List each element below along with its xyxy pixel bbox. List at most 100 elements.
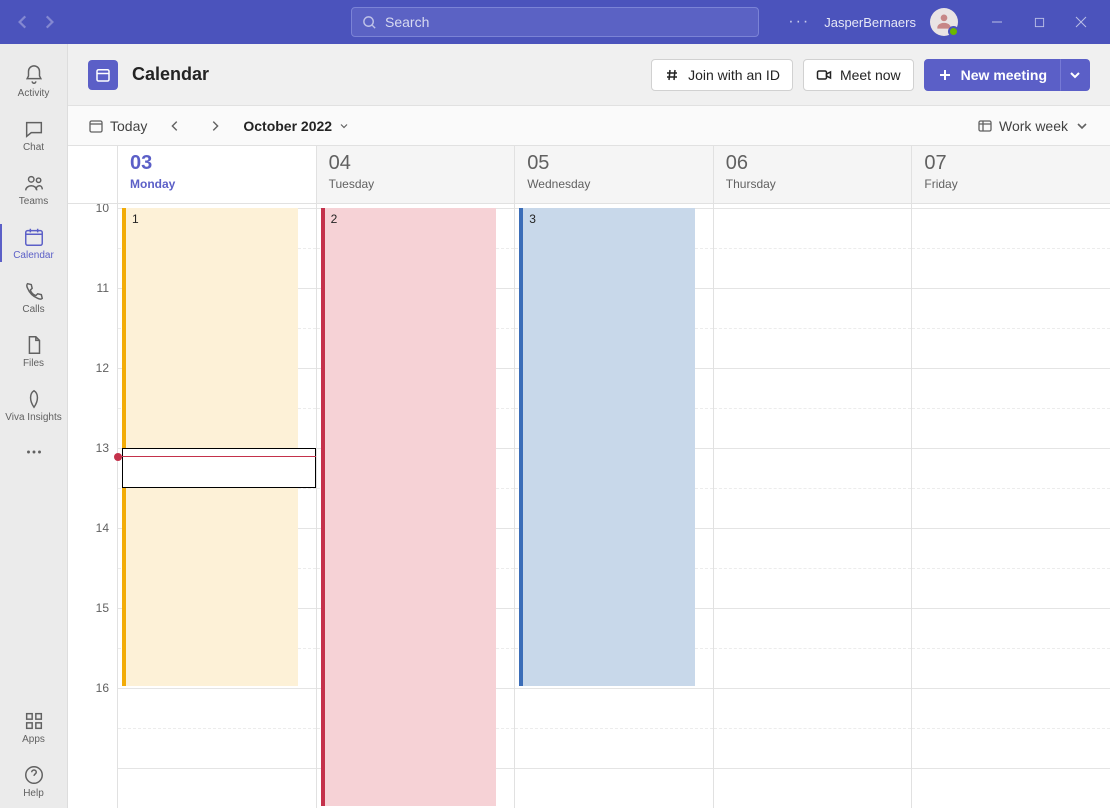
view-icon — [977, 118, 993, 134]
video-icon — [816, 67, 832, 83]
more-icon — [23, 441, 45, 463]
window-minimize-button[interactable] — [976, 7, 1018, 37]
day-column[interactable]: 2 — [317, 204, 516, 808]
page-title: Calendar — [132, 64, 209, 85]
avatar[interactable] — [930, 8, 958, 36]
search-icon — [362, 15, 377, 30]
calendar-toolbar: Today October 2022 Work week — [68, 106, 1110, 146]
hash-icon — [664, 67, 680, 83]
button-label: Meet now — [840, 67, 901, 83]
rail-label: Calls — [22, 304, 44, 315]
rail-item-viva-insights[interactable]: Viva Insights — [0, 378, 68, 432]
rail-label: Help — [23, 788, 44, 799]
day-name: Friday — [924, 177, 1098, 191]
help-icon — [23, 764, 45, 786]
day-number: 05 — [527, 152, 701, 175]
day-header[interactable]: 06 Thursday — [714, 146, 913, 203]
day-header[interactable]: 05 Wednesday — [515, 146, 714, 203]
search-placeholder: Search — [385, 14, 429, 30]
day-column[interactable] — [912, 204, 1110, 808]
chevron-down-icon — [338, 120, 350, 132]
today-button[interactable]: Today — [88, 118, 147, 134]
time-label: 11 — [97, 281, 109, 295]
page-header: Calendar Join with an ID Meet now New me… — [68, 44, 1110, 106]
history-back-button[interactable] — [14, 13, 32, 31]
day-header[interactable]: 03 Monday — [118, 146, 317, 203]
day-column[interactable]: 1 — [118, 204, 317, 808]
search-box[interactable]: Search — [351, 7, 759, 37]
day-column[interactable]: 3 — [515, 204, 714, 808]
calendar-grid[interactable]: 910111213141516 123 — [68, 204, 1110, 808]
rail-item-apps[interactable]: Apps — [0, 700, 68, 754]
month-label: October 2022 — [243, 118, 332, 134]
calendar-today-icon — [88, 118, 104, 134]
time-label: 14 — [96, 521, 109, 535]
viva-icon — [23, 388, 45, 410]
join-with-id-button[interactable]: Join with an ID — [651, 59, 793, 91]
current-time-indicator — [118, 456, 316, 457]
rail-item-calendar[interactable]: Calendar — [0, 216, 68, 270]
meet-now-button[interactable]: Meet now — [803, 59, 914, 91]
month-picker[interactable]: October 2022 — [243, 118, 350, 134]
rail-label: Viva Insights — [5, 412, 62, 423]
rail-label: Apps — [22, 734, 45, 745]
selected-time-slot[interactable] — [122, 448, 316, 488]
day-headers-row: 03 Monday04 Tuesday05 Wednesday06 Thursd… — [68, 146, 1110, 204]
phone-icon — [23, 280, 45, 302]
view-label: Work week — [999, 118, 1068, 134]
button-label: Today — [110, 118, 147, 134]
day-number: 03 — [130, 152, 304, 175]
rail-item-activity[interactable]: Activity — [0, 54, 68, 108]
day-number: 07 — [924, 152, 1098, 175]
rail-label: Chat — [23, 142, 44, 153]
day-header[interactable]: 04 Tuesday — [317, 146, 516, 203]
rail-item-more[interactable] — [0, 432, 68, 472]
time-label: 13 — [96, 441, 109, 455]
time-gutter-header — [68, 146, 118, 203]
chevron-left-icon — [168, 119, 182, 133]
rail-label: Calendar — [13, 250, 54, 261]
plus-icon — [937, 67, 953, 83]
app-rail: Activity Chat Teams Calendar Calls Files… — [0, 44, 68, 808]
time-label: 15 — [96, 601, 109, 615]
rail-label: Files — [23, 358, 44, 369]
prev-period-button[interactable] — [163, 114, 187, 138]
chevron-down-icon — [1067, 67, 1083, 83]
day-header[interactable]: 07 Friday — [912, 146, 1110, 203]
bell-icon — [23, 64, 45, 86]
rail-item-help[interactable]: Help — [0, 754, 68, 808]
calendar-event[interactable]: 1 — [122, 208, 298, 686]
calendar-event[interactable]: 3 — [519, 208, 695, 686]
day-name: Tuesday — [329, 177, 503, 191]
window-maximize-button[interactable] — [1018, 7, 1060, 37]
calendar-icon — [23, 226, 45, 248]
main-pane: Calendar Join with an ID Meet now New me… — [68, 44, 1110, 808]
rail-item-teams[interactable]: Teams — [0, 162, 68, 216]
more-options-button[interactable]: ··· — [788, 13, 810, 31]
button-label: Join with an ID — [688, 67, 780, 83]
day-number: 06 — [726, 152, 900, 175]
calendar-event[interactable]: 2 — [321, 208, 497, 806]
rail-item-files[interactable]: Files — [0, 324, 68, 378]
day-name: Thursday — [726, 177, 900, 191]
titlebar: Search ··· JasperBernaers — [0, 0, 1110, 44]
presence-indicator — [948, 26, 959, 37]
new-meeting-button[interactable]: New meeting — [924, 59, 1060, 91]
next-period-button[interactable] — [203, 114, 227, 138]
view-picker[interactable]: Work week — [977, 118, 1090, 134]
chevron-down-icon — [1074, 118, 1090, 134]
rail-item-calls[interactable]: Calls — [0, 270, 68, 324]
rail-item-chat[interactable]: Chat — [0, 108, 68, 162]
day-column[interactable] — [714, 204, 913, 808]
file-icon — [23, 334, 45, 356]
time-label: 10 — [96, 204, 109, 215]
window-close-button[interactable] — [1060, 7, 1102, 37]
time-column: 910111213141516 — [68, 204, 118, 808]
day-name: Monday — [130, 177, 304, 191]
history-forward-button[interactable] — [40, 13, 58, 31]
time-label: 12 — [96, 361, 109, 375]
day-name: Wednesday — [527, 177, 701, 191]
day-number: 04 — [329, 152, 503, 175]
new-meeting-dropdown[interactable] — [1060, 59, 1090, 91]
rail-label: Teams — [19, 196, 48, 207]
